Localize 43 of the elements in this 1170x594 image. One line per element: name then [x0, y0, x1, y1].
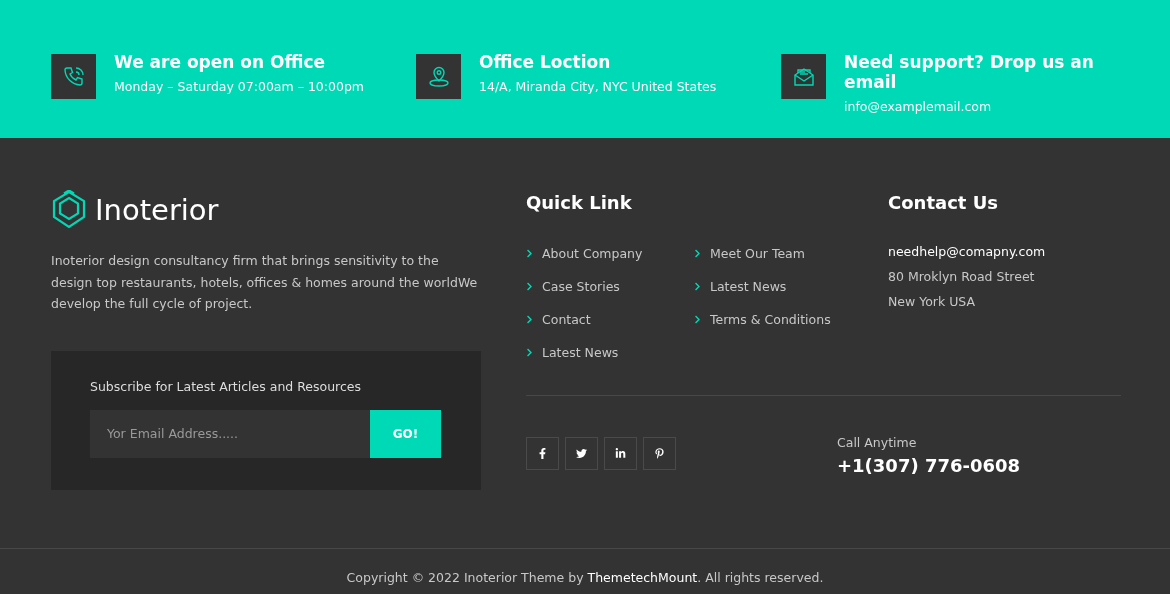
contact-email[interactable]: needhelp@comapny.com	[888, 244, 1046, 259]
info-title: We are open on Office	[114, 52, 326, 72]
info-text: 14/A, Miranda City, NYC United States	[479, 79, 717, 94]
social-button[interactable]	[565, 437, 598, 470]
chevron-icon	[526, 281, 533, 291]
info-title: Office Loction	[479, 52, 612, 72]
chevron-icon	[526, 314, 533, 324]
section-heading: Contact Us	[888, 192, 999, 213]
chevron-icon	[694, 281, 701, 291]
twitter-icon	[576, 448, 587, 459]
address-line: New York USA	[888, 294, 977, 309]
logo-icon	[51, 190, 87, 230]
address-line: 80 Mroklyn Road Street	[888, 269, 1036, 284]
section-heading: Quick Link	[526, 192, 633, 213]
social-button[interactable]	[604, 437, 637, 470]
quick-link[interactable]: Latest News	[526, 343, 694, 361]
chevron-icon	[526, 248, 533, 258]
linkedin-icon	[615, 448, 626, 459]
quick-link[interactable]: Case Stories	[526, 277, 694, 295]
subscribe-label: Subscribe for Latest Articles and Resources	[90, 378, 363, 394]
chevron-icon	[694, 314, 701, 324]
location-pin-icon	[426, 64, 451, 89]
facebook-icon	[537, 448, 548, 459]
phone-number: +1(307) 776-0608	[837, 455, 1021, 476]
social-button[interactable]	[643, 437, 676, 470]
social-button[interactable]	[526, 437, 559, 470]
info-text: Monday – Saturday 07:00am – 10:00pm	[114, 79, 365, 94]
chevron-icon	[694, 248, 701, 258]
call-label: Call Anytime	[837, 435, 918, 450]
brand-description: Inoterior design consultancy firm that brings sensitivity to the design top restaurants, hotels, offices & homes around the worldWe develop the full cycle of project.	[51, 252, 479, 313]
phone-icon	[61, 64, 86, 89]
chevron-icon	[526, 347, 533, 357]
quick-link[interactable]: Meet Our Team	[694, 244, 862, 262]
brand-name: Inoterior	[95, 193, 219, 227]
email-field[interactable]: Yor Email Address.....	[90, 409, 370, 458]
quick-link[interactable]: About Company	[526, 244, 694, 262]
copyright-text: Copyright © 2022 Inoterior Theme by ThemetechMount. All rights reserved.	[346, 570, 824, 587]
pinterest-icon	[654, 448, 665, 459]
info-title: Need support? Drop us an email	[844, 52, 1095, 92]
quick-link[interactable]: Terms & Conditions	[694, 310, 862, 328]
quick-link[interactable]: Latest News	[694, 277, 862, 295]
quick-link[interactable]: Contact	[526, 310, 694, 328]
info-text: info@examplemail.com	[844, 99, 993, 114]
